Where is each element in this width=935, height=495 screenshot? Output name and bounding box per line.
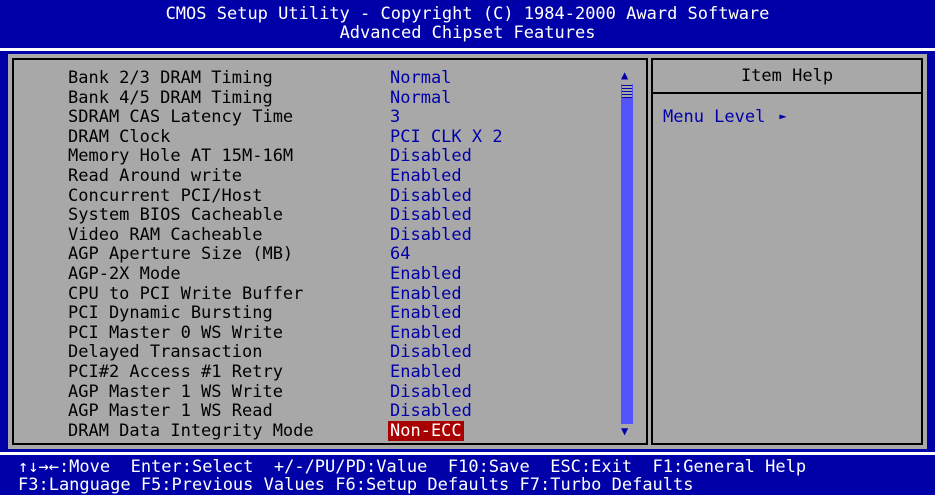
setting-label: AGP-2X Mode: [68, 264, 181, 284]
setting-label: Read Around write: [68, 166, 242, 186]
setting-value[interactable]: Disabled: [390, 205, 472, 225]
setting-label: SDRAM CAS Latency Time: [68, 107, 294, 128]
scroll-track[interactable]: [621, 84, 633, 424]
setting-label: CPU to PCI Write Buffer: [68, 283, 304, 304]
setting-label: AGP Aperture Size (MB): [68, 244, 294, 265]
setting-label: DRAM Clock: [68, 126, 171, 147]
setting-label: Delayed Transaction: [68, 342, 263, 363]
setting-label: PCI Dynamic Bursting: [68, 303, 273, 324]
setting-value[interactable]: Enabled: [390, 323, 462, 343]
setting-label: PCI#2 Access #1 Retry: [68, 362, 283, 382]
scroll-thumb[interactable]: [622, 84, 632, 98]
setting-label: Concurrent PCI/Host: [68, 185, 263, 206]
setting-value[interactable]: Enabled: [390, 264, 462, 284]
key-help-line-2: F3:Language F5:Previous Values F6:Setup …: [18, 475, 694, 495]
setting-label: AGP Master 1 WS Write: [68, 381, 283, 402]
key-help-footer: ↑↓→←:Move Enter:Select +/-/PU/PD:Value F…: [18, 458, 806, 494]
setting-value[interactable]: Enabled: [390, 166, 462, 186]
setting-value[interactable]: Disabled: [390, 401, 472, 421]
help-divider: [653, 92, 921, 94]
setting-label: Video RAM Cacheable: [68, 224, 263, 245]
app-title: CMOS Setup Utility - Copyright (C) 1984-…: [165, 4, 770, 24]
setting-value[interactable]: Normal: [390, 68, 451, 88]
menu-level-label: Menu Level: [663, 107, 766, 127]
right-triangle-icon: ►: [779, 109, 787, 123]
setting-label: Bank 4/5 DRAM Timing: [68, 87, 273, 108]
scroll-down-arrow-icon[interactable]: ▼: [621, 424, 628, 438]
title-bar: CMOS Setup Utility - Copyright (C) 1984-…: [0, 0, 935, 48]
item-help-title: Item Help: [740, 66, 834, 86]
setting-value[interactable]: Enabled: [390, 284, 462, 304]
main-frame: ▲ ▼ Bank 2/3 DRAM Timing Normal Bank 4/5 D…: [8, 54, 927, 449]
setting-value[interactable]: 3: [390, 107, 400, 127]
setting-value[interactable]: PCI CLK X 2: [390, 127, 503, 147]
setting-value[interactable]: Enabled: [390, 303, 462, 323]
setting-value[interactable]: Disabled: [390, 342, 472, 362]
menu-level: Menu Level ►: [663, 106, 787, 127]
setting-label: Bank 2/3 DRAM Timing: [68, 68, 273, 88]
setting-value[interactable]: Disabled: [390, 225, 472, 245]
scroll-up-arrow-icon[interactable]: ▲: [621, 68, 628, 82]
setting-value[interactable]: Disabled: [390, 146, 472, 166]
key-help-line-1: ↑↓→←:Move Enter:Select +/-/PU/PD:Value F…: [18, 457, 807, 477]
setting-label: DRAM Data Integrity Mode: [68, 420, 314, 441]
setting-value[interactable]: Disabled: [390, 186, 472, 206]
setting-value-selected[interactable]: Non-ECC: [388, 420, 464, 441]
footer-divider: [0, 452, 935, 455]
setting-value[interactable]: Disabled: [390, 382, 472, 402]
setting-label: System BIOS Cacheable: [68, 205, 283, 226]
setting-label: Memory Hole AT 15M-16M: [68, 146, 294, 167]
setting-label: AGP Master 1 WS Read: [68, 401, 273, 422]
setting-label: PCI Master 0 WS Write: [68, 322, 283, 343]
item-help-panel: Item Help Menu Level ►: [651, 58, 923, 445]
scrollbar[interactable]: ▲ ▼: [620, 68, 634, 439]
page-title: Advanced Chipset Features: [339, 23, 596, 43]
header-divider: [0, 48, 935, 51]
settings-panel: ▲ ▼ Bank 2/3 DRAM Timing Normal Bank 4/5 D…: [12, 58, 648, 445]
setting-value[interactable]: Enabled: [390, 362, 462, 382]
setting-value[interactable]: Normal: [390, 88, 451, 108]
setting-value[interactable]: 64: [390, 244, 410, 264]
